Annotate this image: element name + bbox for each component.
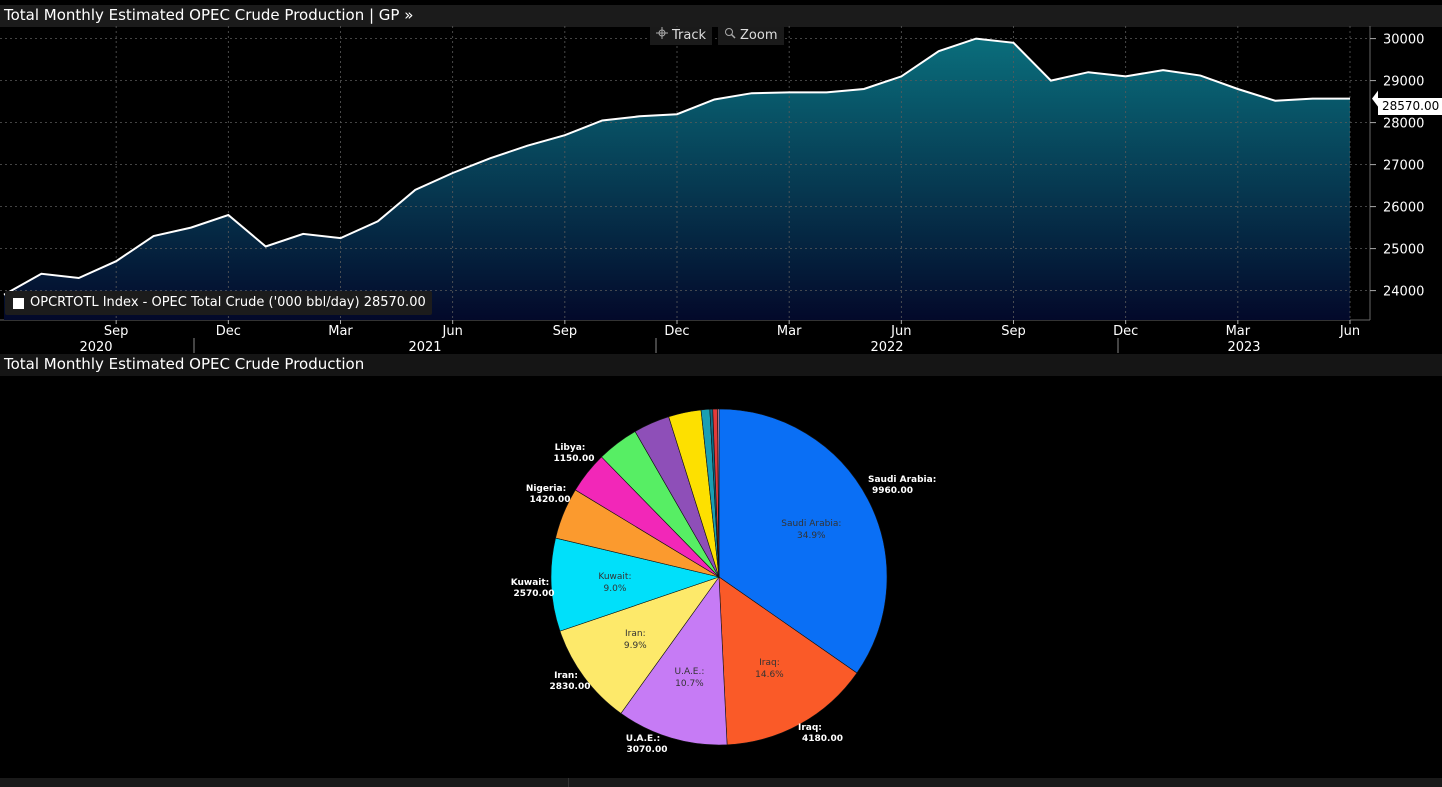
slice-inner-pct: 10.7%: [675, 679, 704, 689]
slice-outer-value: 4180.00: [802, 734, 843, 744]
slice-inner-label: Iraq:: [759, 658, 780, 668]
slice-inner-label: Iran:: [625, 629, 646, 639]
slice-outer-value: 1420.00: [530, 495, 571, 505]
x-tick-label: Dec: [216, 324, 241, 339]
year-label: 2021: [408, 340, 441, 354]
chart-toolbar: Track Zoom: [650, 27, 784, 45]
slice-outer-label: Libya:: [555, 443, 586, 453]
slice-outer-value: 3070.00: [627, 745, 668, 755]
x-tick-label: Dec: [1113, 324, 1138, 339]
slice-outer-value: 2830.00: [550, 682, 591, 692]
slice-outer-label: U.A.E.:: [626, 734, 660, 744]
slice-outer-label: Nigeria:: [526, 484, 566, 494]
crosshair-icon: [656, 27, 668, 45]
series-legend[interactable]: OPCRTOTL Index - OPEC Total Crude ('000 …: [5, 291, 432, 315]
slice-inner-pct: 34.9%: [797, 531, 826, 541]
slice-outer-label: Saudi Arabia:: [868, 475, 936, 485]
slice-outer-label: Iran:: [554, 671, 578, 681]
pie-chart[interactable]: Saudi Arabia:34.9%Saudi Arabia:9960.00Ir…: [0, 377, 1442, 777]
x-tick-label: Mar: [1226, 324, 1251, 339]
line-chart-title: Total Monthly Estimated OPEC Crude Produ…: [4, 6, 414, 24]
x-tick-label: Jun: [1339, 324, 1360, 339]
track-label: Track: [672, 28, 707, 43]
track-button[interactable]: Track: [650, 27, 713, 45]
slice-outer-value: 1150.00: [554, 454, 595, 464]
y-tick-label: 26000: [1383, 201, 1424, 216]
y-tick-label: 29000: [1383, 75, 1424, 90]
slice-inner-label: Saudi Arabia:: [781, 519, 841, 529]
x-tick-label: Dec: [664, 324, 689, 339]
legend-swatch: [13, 297, 24, 309]
slice-outer-label: Kuwait:: [511, 578, 550, 588]
slice-inner-label: U.A.E.:: [675, 667, 705, 677]
x-tick-label: Sep: [1001, 324, 1026, 339]
last-value-badge: 28570.00: [1378, 98, 1442, 115]
magnifier-icon: [724, 27, 736, 45]
line-chart-header[interactable]: Total Monthly Estimated OPEC Crude Produ…: [0, 5, 1442, 27]
slice-outer-value: 2570.00: [514, 589, 555, 599]
slice-outer-label: Iraq:: [798, 723, 822, 733]
y-tick-label: 24000: [1383, 285, 1424, 300]
y-tick-label: 30000: [1383, 33, 1424, 48]
slice-inner-pct: 9.9%: [624, 641, 647, 651]
x-tick-label: Mar: [328, 324, 353, 339]
x-tick-label: Sep: [104, 324, 129, 339]
zoom-label: Zoom: [740, 28, 778, 43]
zoom-button[interactable]: Zoom: [718, 27, 784, 45]
y-tick-label: 28000: [1383, 117, 1424, 132]
slice-outer-value: 9960.00: [872, 486, 913, 496]
year-label: 2023: [1227, 340, 1260, 354]
legend-label: OPCRTOTL Index - OPEC Total Crude ('000 …: [30, 295, 426, 310]
year-label: 2020: [79, 340, 112, 354]
bottom-bar: [0, 778, 1442, 787]
pie-chart-header[interactable]: Total Monthly Estimated OPEC Crude Produ…: [0, 354, 1442, 376]
y-tick-label: 27000: [1383, 159, 1424, 174]
slice-inner-pct: 9.0%: [604, 584, 627, 594]
slice-inner-pct: 14.6%: [755, 670, 784, 680]
x-tick-label: Jun: [890, 324, 911, 339]
slice-inner-label: Kuwait:: [598, 572, 631, 582]
x-tick-label: Jun: [442, 324, 463, 339]
year-label: 2022: [870, 340, 903, 354]
y-tick-label: 25000: [1383, 243, 1424, 258]
x-tick-label: Mar: [777, 324, 802, 339]
x-tick-label: Sep: [553, 324, 578, 339]
pie-chart-title: Total Monthly Estimated OPEC Crude Produ…: [4, 355, 365, 373]
